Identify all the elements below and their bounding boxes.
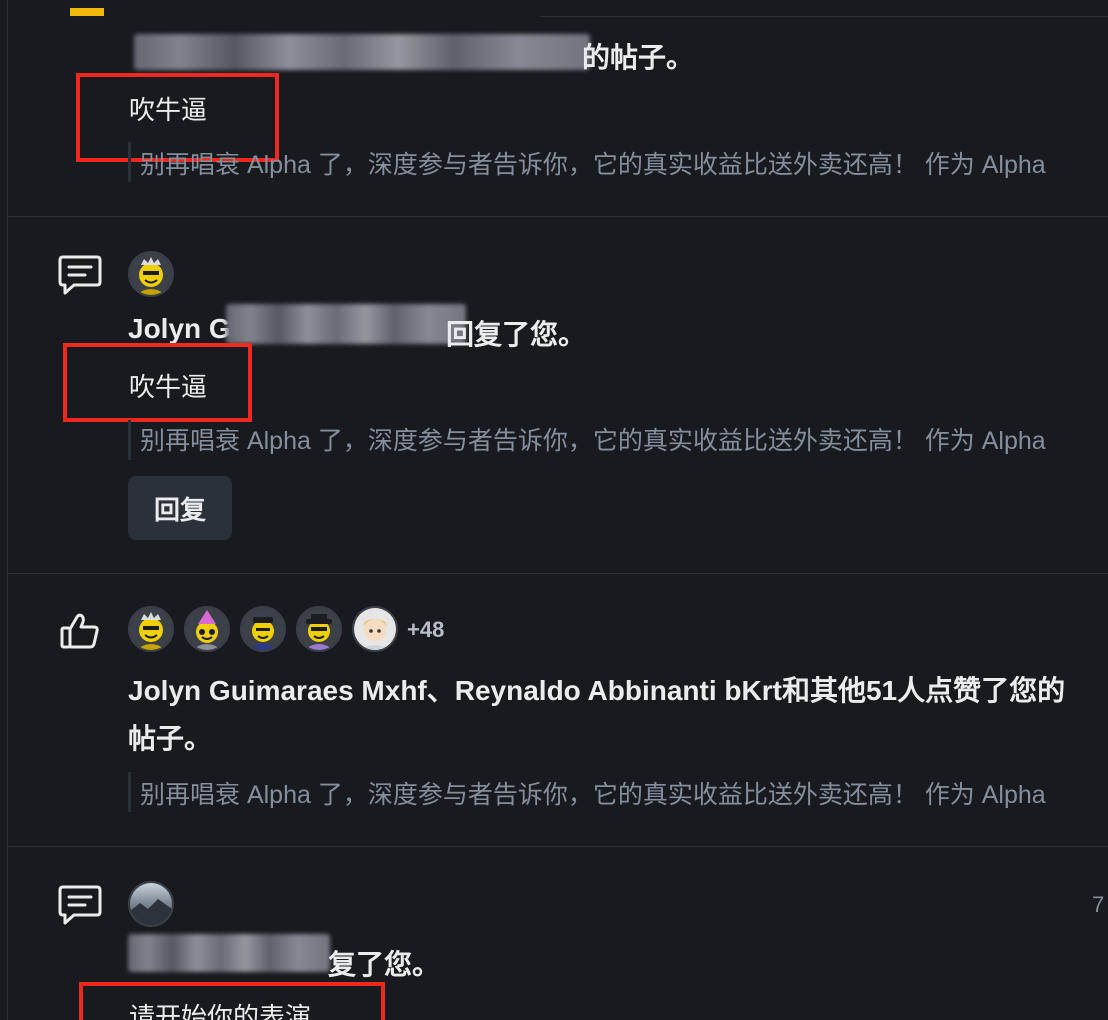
notification-title-continued: 帖子。 (128, 723, 213, 754)
redacted-name (134, 34, 590, 70)
top-divider (540, 16, 1108, 17)
avatar[interactable] (240, 606, 286, 652)
more-likers-count[interactable]: +48 (407, 617, 444, 643)
notification-title: Jolyn Guimaraes Mxhf、Reynaldo Abbinanti … (128, 675, 1066, 706)
avatar[interactable] (296, 606, 342, 652)
quoted-post[interactable]: 别再唱衰 Alpha 了，深度参与者告诉你，它的真实收益比送外卖还高！ 作为 A… (140, 421, 1046, 457)
avatar[interactable] (128, 251, 174, 297)
actor-name[interactable]: Jolyn G (128, 313, 231, 345)
comment-icon (58, 255, 102, 295)
brand-accent-mark (70, 8, 104, 16)
notification-title: 复了您。 (328, 949, 441, 980)
notification-title: 的帖子。 (582, 42, 695, 73)
redacted-name (226, 304, 466, 344)
redacted-name (128, 934, 330, 972)
thumbs-up-icon (60, 613, 99, 649)
item-divider (8, 573, 1108, 574)
avatar[interactable] (352, 606, 398, 652)
notification-feed: 的帖子。 吹牛逼 别再唱衰 Alpha 了，深度参与者告诉你，它的真实收益比送外… (0, 0, 1108, 1020)
quote-bar (128, 142, 131, 182)
timestamp: 7 (1092, 892, 1105, 917)
item-divider (8, 846, 1108, 847)
avatar[interactable] (184, 606, 230, 652)
item-divider (8, 216, 1108, 217)
feed-left-border (7, 0, 8, 1020)
quoted-post[interactable]: 别再唱衰 Alpha 了，深度参与者告诉你，它的真实收益比送外卖还高！ 作为 A… (140, 775, 1046, 811)
quoted-post[interactable]: 别再唱衰 Alpha 了，深度参与者告诉你，它的真实收益比送外卖还高！ 作为 A… (140, 145, 1046, 181)
avatar[interactable] (128, 606, 174, 652)
quote-bar (128, 420, 131, 460)
highlight-box (79, 982, 385, 1020)
quote-bar (128, 772, 131, 812)
notification-title: 回复了您。 (446, 319, 587, 350)
reply-button[interactable]: 回复 (128, 476, 232, 540)
avatar[interactable] (128, 881, 174, 927)
comment-icon (58, 885, 102, 925)
highlight-box (63, 343, 252, 422)
